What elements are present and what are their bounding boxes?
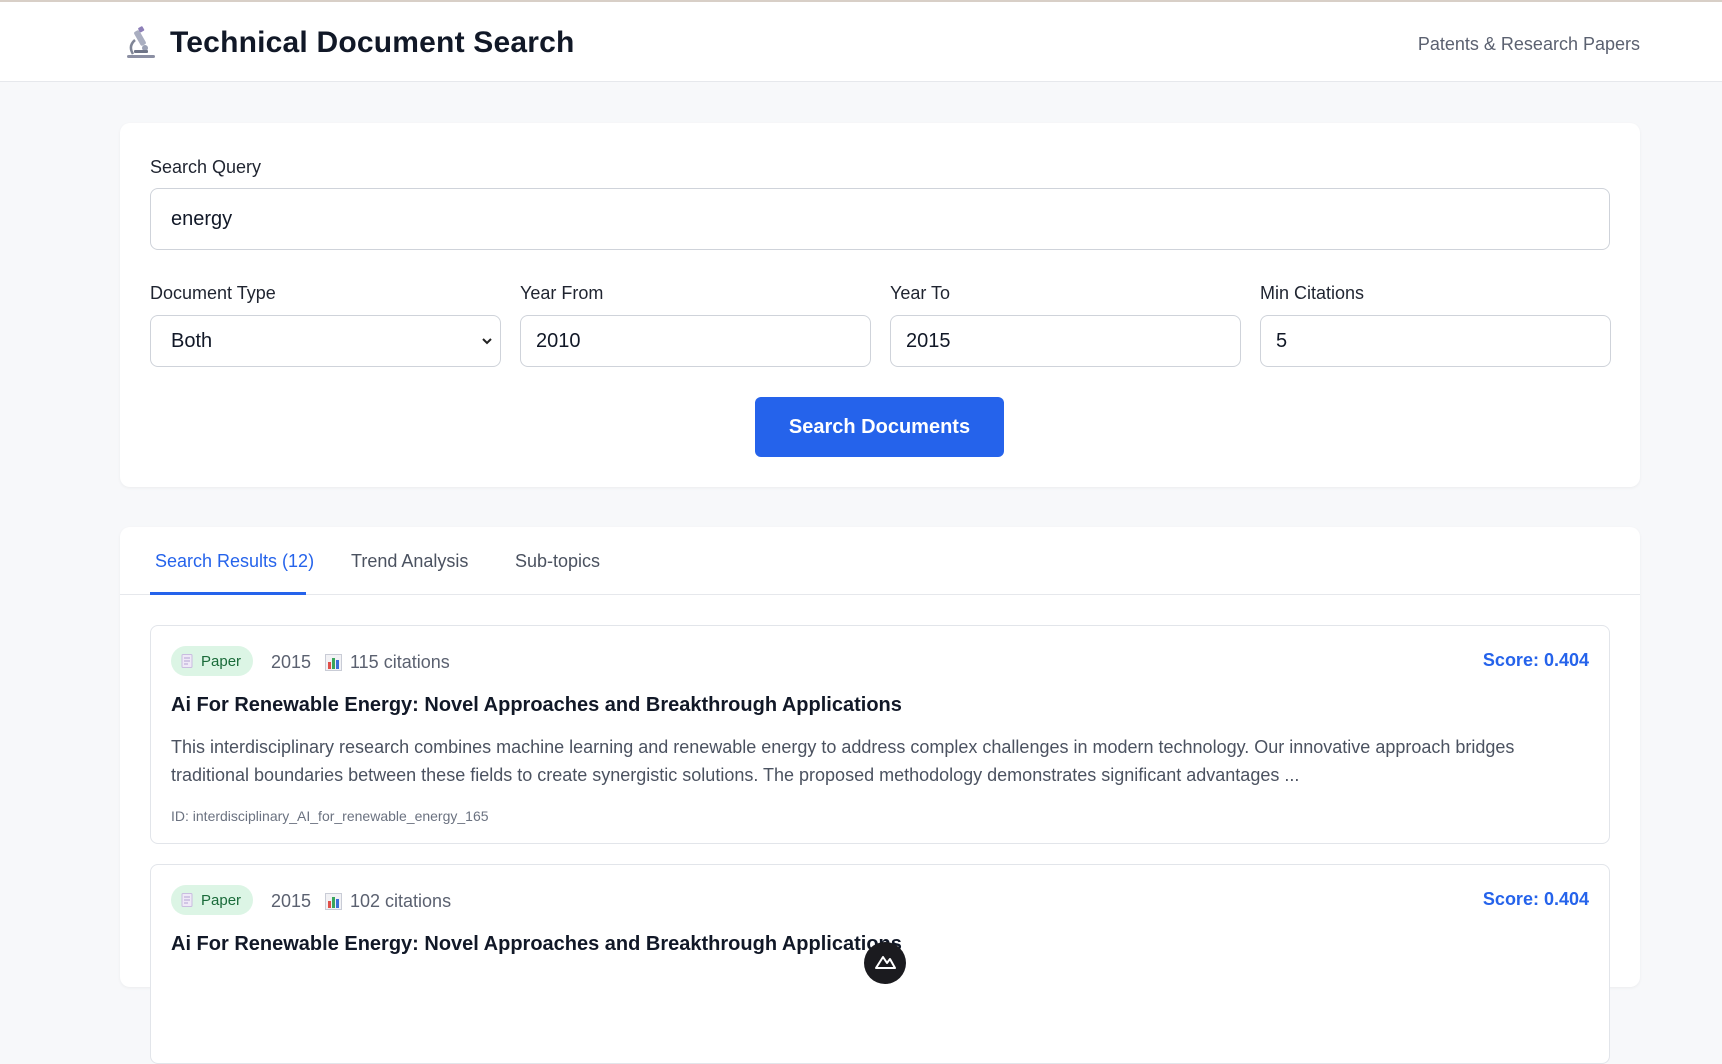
relevance-score: Score: 0.404	[1482, 889, 1589, 909]
header-tagline: Patents & Research Papers	[1417, 34, 1640, 54]
search-panel: Search Query energy Document Type Both Y…	[120, 123, 1640, 487]
doc-type-label: Paper	[201, 652, 242, 670]
tab-sub-topics[interactable]: Sub-topics	[515, 551, 600, 572]
active-tab-indicator	[150, 592, 306, 595]
result-abstract: This interdisciplinary research combines…	[171, 737, 1515, 785]
doc-type-label: Paper	[201, 891, 242, 909]
citations-count: 115 citations	[350, 652, 450, 672]
document-icon	[181, 893, 193, 907]
result-title[interactable]: Ai For Renewable Energy: Novel Approache…	[171, 694, 902, 717]
bar-chart-icon	[325, 654, 342, 671]
search-query-value: energy	[171, 207, 233, 230]
year-from-label: Year From	[520, 283, 604, 303]
devtools-floating-button[interactable]	[864, 942, 906, 984]
doc-type-badge: Paper	[171, 885, 254, 915]
year-to-label: Year To	[890, 283, 951, 303]
tab-search-results[interactable]: Search Results (12)	[155, 551, 314, 572]
result-citations: 115 citations	[325, 652, 450, 673]
result-citations: 102 citations	[325, 891, 451, 912]
results-panel: Search Results (12) Trend Analysis Sub-t…	[120, 527, 1640, 1064]
page-title: Technical Document Search	[170, 26, 575, 59]
relevance-score: Score: 0.404	[1482, 650, 1589, 670]
document-type-label: Document Type	[150, 283, 276, 303]
tab-trend-analysis[interactable]: Trend Analysis	[351, 551, 468, 572]
search-query-input[interactable]: energy	[150, 188, 1610, 250]
year-from-value: 2010	[536, 329, 581, 352]
result-year: 2015	[271, 891, 312, 911]
nuxt-logo-icon	[875, 956, 896, 969]
microscope-icon	[127, 26, 155, 58]
year-to-value: 2015	[906, 329, 951, 352]
brand: Technical Document Search	[124, 26, 575, 60]
citations-count: 102 citations	[350, 891, 452, 911]
min-citations-value: 5	[1276, 329, 1288, 352]
result-year: 2015	[271, 652, 312, 672]
document-type-value: Both	[171, 329, 213, 352]
year-from-input[interactable]: 2010	[520, 315, 871, 367]
search-documents-button[interactable]: Search Documents	[755, 397, 1004, 457]
min-citations-input[interactable]: 5	[1260, 315, 1611, 367]
result-id: ID: interdisciplinary_AI_for_renewable_e…	[171, 808, 489, 824]
min-citations-label: Min Citations	[1260, 283, 1365, 303]
chevron-down-icon	[482, 338, 492, 345]
result-card[interactable]: Paper 2015 115 citations Score: 0.404 Ai…	[150, 625, 1610, 844]
result-title[interactable]: Ai For Renewable Energy: Novel Approache…	[171, 933, 902, 956]
bar-chart-icon	[325, 893, 342, 910]
year-to-input[interactable]: 2015	[890, 315, 1241, 367]
document-icon	[181, 654, 193, 668]
document-type-select[interactable]: Both	[150, 315, 501, 367]
doc-type-badge: Paper	[171, 646, 254, 676]
results-tabs: Search Results (12) Trend Analysis Sub-t…	[120, 527, 1640, 595]
app-header: Technical Document Search Patents & Rese…	[0, 2, 1722, 82]
search-query-label: Search Query	[150, 157, 262, 177]
